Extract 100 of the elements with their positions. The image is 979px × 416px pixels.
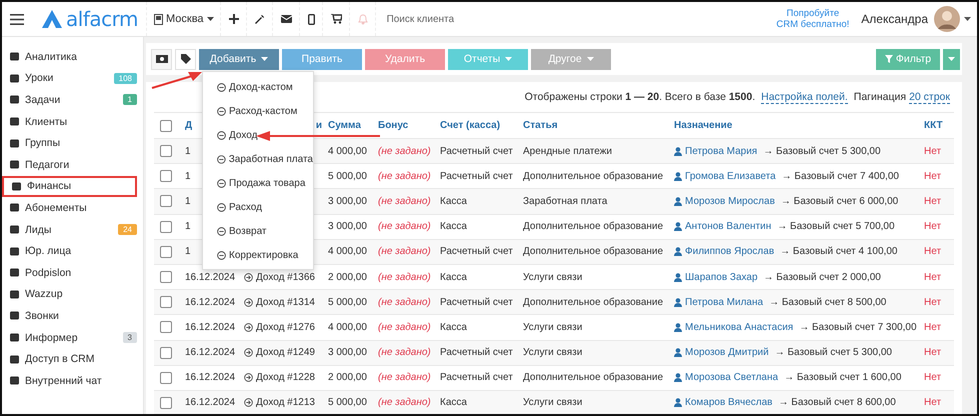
menu-item[interactable]: Доход bbox=[203, 123, 313, 147]
plus-icon[interactable] bbox=[228, 14, 239, 24]
tag-button[interactable] bbox=[175, 48, 196, 70]
client-link[interactable]: Морозов Мирослав bbox=[685, 196, 775, 207]
kkt-cell: Нет bbox=[924, 272, 942, 283]
client-link[interactable]: Комаров Вячеслав bbox=[685, 397, 772, 408]
promo-link[interactable]: Попробуйте CRM бесплатно! bbox=[776, 8, 850, 30]
column-header[interactable]: Статья bbox=[523, 120, 558, 131]
column-header[interactable]: ККТ bbox=[924, 120, 943, 131]
menu-item[interactable]: Расход-кастом bbox=[203, 99, 313, 123]
row-checkbox[interactable] bbox=[160, 296, 172, 308]
pagination-link[interactable]: 20 строк bbox=[909, 90, 950, 104]
target-account-text: → Базовый счет 8 600,00 bbox=[778, 397, 896, 408]
mobile-icon[interactable] bbox=[308, 14, 315, 24]
kkt-cell: Нет bbox=[924, 146, 942, 157]
date-cell: 16.12.2024 bbox=[185, 322, 236, 333]
sidebar-item[interactable]: Задачи 1 bbox=[2, 89, 143, 111]
client-link[interactable]: Громова Елизавета bbox=[685, 170, 776, 182]
column-header[interactable]: Счет (касса) bbox=[440, 120, 500, 131]
column-header[interactable]: Сумма bbox=[328, 120, 361, 131]
row-checkbox[interactable] bbox=[160, 321, 172, 334]
menu-item[interactable]: Корректировка bbox=[203, 243, 313, 267]
client-link[interactable]: Петрова Мария bbox=[685, 146, 758, 157]
amount-cell: 4 000,00 bbox=[328, 322, 367, 333]
bonus-cell: (не задано) bbox=[378, 347, 431, 358]
caret-icon bbox=[948, 57, 955, 61]
circle-minus-icon bbox=[217, 226, 226, 236]
column-header[interactable]: Бонус bbox=[378, 120, 408, 131]
row-checkbox[interactable] bbox=[160, 170, 172, 182]
avatar-icon[interactable] bbox=[934, 6, 960, 32]
sidebar-item[interactable]: Уроки 108 bbox=[2, 68, 143, 90]
sidebar-item[interactable]: Лиды 24 bbox=[2, 218, 143, 240]
sidebar-item[interactable]: Информер 3 bbox=[2, 326, 143, 348]
amount-cell: 5 000,00 bbox=[328, 296, 367, 308]
bonus-cell: (не задано) bbox=[378, 322, 431, 333]
client-link[interactable]: Петрова Милана bbox=[685, 296, 764, 308]
sidebar-item[interactable]: Звонки bbox=[2, 305, 143, 327]
client-link[interactable]: Антонов Валентин bbox=[685, 221, 772, 232]
column-header[interactable]: Д bbox=[185, 120, 192, 131]
client-link[interactable]: Морозова Светлана bbox=[685, 372, 778, 384]
menu-item[interactable]: Заработная плата bbox=[203, 147, 313, 171]
bonus-cell: (не задано) bbox=[378, 170, 431, 182]
client-link[interactable]: Филиппов Ярослав bbox=[685, 246, 774, 258]
sidebar-item[interactable]: Педагоги bbox=[2, 154, 143, 176]
select-all-checkbox[interactable] bbox=[160, 120, 172, 132]
date-cell: 1 bbox=[185, 170, 191, 182]
sidebar-item[interactable]: Клиенты bbox=[2, 110, 143, 132]
sidebar-item[interactable]: Доступ в CRM bbox=[2, 348, 143, 370]
column-header[interactable]: Назначение bbox=[674, 120, 732, 131]
money-view-button[interactable] bbox=[151, 48, 172, 70]
logo-text: alfacrm bbox=[66, 7, 138, 31]
field-settings-link[interactable]: Настройка полей. bbox=[761, 90, 848, 104]
arrow bbox=[152, 72, 202, 89]
row-checkbox[interactable] bbox=[160, 145, 172, 158]
article-cell: Услуги связи bbox=[523, 272, 582, 283]
row-checkbox[interactable] bbox=[160, 372, 172, 384]
bonus-cell: (не задано) bbox=[378, 146, 431, 157]
wrench-icon[interactable] bbox=[254, 14, 265, 24]
article-cell: Услуги связи bbox=[523, 347, 582, 358]
client-link[interactable]: Мельникова Анастасия bbox=[685, 322, 794, 333]
sidebar-item[interactable]: Группы bbox=[2, 132, 143, 154]
amount-cell: 5 000,00 bbox=[328, 170, 367, 182]
sidebar-item[interactable]: Аналитика bbox=[2, 46, 143, 68]
article-cell: Арендные платежи bbox=[523, 146, 612, 157]
sidebar-item[interactable]: Финансы bbox=[2, 176, 137, 198]
menu-icon[interactable] bbox=[10, 14, 24, 24]
article-cell: Дополнительное образование bbox=[523, 170, 664, 182]
menu-item[interactable]: Возврат bbox=[203, 219, 313, 243]
date-cell: 16.12.2024 bbox=[185, 347, 236, 358]
row-checkbox[interactable] bbox=[160, 220, 172, 233]
row-checkbox[interactable] bbox=[160, 246, 172, 258]
operation-cell: Доход #1213 bbox=[256, 397, 315, 408]
article-cell: Дополнительное образование bbox=[523, 246, 664, 258]
sidebar-item[interactable]: Wazzup bbox=[2, 284, 143, 306]
menu-item[interactable]: Продажа товара bbox=[203, 171, 313, 195]
menu-item[interactable]: Расход bbox=[203, 195, 313, 219]
account-cell: Касса bbox=[440, 397, 467, 408]
rows-summary: Отображены строки 1 — 20. Всего в базе 1500. bbox=[524, 91, 756, 103]
column-header[interactable]: и bbox=[316, 120, 322, 131]
branch-dropdown[interactable]: Москва bbox=[148, 13, 220, 25]
caret-icon[interactable] bbox=[964, 17, 971, 21]
row-checkbox[interactable] bbox=[160, 346, 172, 359]
bonus-cell: (не задано) bbox=[378, 272, 431, 283]
target-account-text: → Базовый счет 5 300,00 bbox=[763, 146, 881, 157]
row-checkbox[interactable] bbox=[160, 271, 172, 284]
add-button[interactable]: Добавить bbox=[199, 48, 279, 70]
operation-cell: Доход #1249 bbox=[256, 347, 315, 358]
client-link[interactable]: Морозов Дмитрий bbox=[685, 347, 769, 358]
user-name[interactable]: Александра bbox=[861, 12, 928, 26]
sidebar-item[interactable]: Podpislon bbox=[2, 262, 143, 284]
sidebar-item[interactable]: Абонементы bbox=[2, 197, 143, 219]
logo-icon bbox=[42, 10, 62, 28]
filter-menu-button[interactable] bbox=[943, 48, 960, 70]
bonus-cell: (не задано) bbox=[378, 397, 431, 408]
menu-item[interactable]: Доход-кастом bbox=[203, 75, 313, 99]
sidebar-item[interactable]: Внутренний чат bbox=[2, 370, 143, 392]
row-checkbox[interactable] bbox=[160, 195, 172, 208]
sidebar-item[interactable]: Юр. лица bbox=[2, 240, 143, 262]
row-checkbox[interactable] bbox=[160, 396, 172, 409]
client-link[interactable]: Шарапов Захар bbox=[685, 272, 758, 283]
